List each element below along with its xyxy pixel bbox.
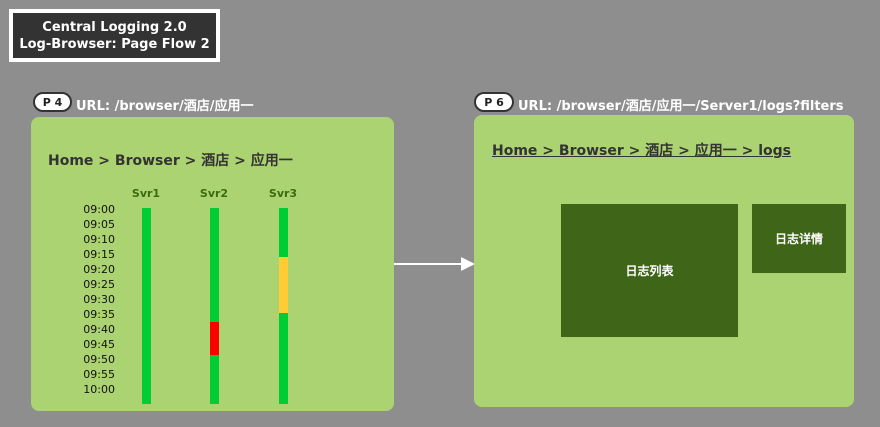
status-segment-ok[interactable]: [142, 208, 151, 404]
title-line-1: Central Logging 2.0: [42, 19, 187, 35]
status-segment-warn[interactable]: [279, 257, 288, 313]
status-segment-ok[interactable]: [279, 208, 288, 257]
server-status-bar[interactable]: [142, 208, 151, 404]
breadcrumb-p6[interactable]: Home > Browser > 酒店 > 应用一 > logs: [492, 140, 791, 160]
page-url-p6: URL: /browser/酒店/应用一/Server1/logs?filter…: [518, 99, 844, 114]
status-segment-ok[interactable]: [210, 355, 219, 404]
status-segment-ok[interactable]: [279, 313, 288, 404]
server-status-bar[interactable]: [279, 208, 288, 404]
page-badge-p4: P 4: [33, 92, 72, 112]
log-detail-panel[interactable]: 日志详情: [752, 204, 846, 273]
time-label: 09:45: [83, 338, 115, 351]
time-label: 09:20: [83, 263, 115, 276]
title-line-2: Log-Browser: Page Flow 2: [19, 36, 210, 52]
time-label: 09:55: [83, 368, 115, 381]
page-badge-p6: P 6: [474, 92, 514, 112]
diagram-title-box: Central Logging 2.0 Log-Browser: Page Fl…: [9, 9, 220, 62]
time-label: 09:00: [83, 203, 115, 216]
server-label: Svr2: [199, 187, 229, 200]
page-panel-p6: Home > Browser > 酒店 > 应用一 > logs 日志列表 日志…: [474, 115, 854, 407]
diagram-title: Central Logging 2.0 Log-Browser: Page Fl…: [13, 13, 216, 58]
time-label: 09:10: [83, 233, 115, 246]
time-label: 09:05: [83, 218, 115, 231]
flow-arrow-head: [461, 257, 475, 271]
page-panel-p4: Home > Browser > 酒店 > 应用一 09:00 09:05 09:1…: [31, 117, 394, 411]
time-label: 09:15: [83, 248, 115, 261]
time-label: 09:25: [83, 278, 115, 291]
flow-arrow: [394, 257, 475, 271]
page-url-p4: URL: /browser/酒店/应用一: [76, 99, 254, 114]
time-label: 09:40: [83, 323, 115, 336]
server-status-bar[interactable]: [210, 208, 219, 404]
server-label: Svr3: [268, 187, 298, 200]
time-label: 10:00: [83, 383, 115, 396]
server-label: Svr1: [131, 187, 161, 200]
time-label: 09:50: [83, 353, 115, 366]
log-list-panel[interactable]: 日志列表: [561, 204, 738, 337]
breadcrumb-p4[interactable]: Home > Browser > 酒店 > 应用一: [48, 150, 293, 170]
time-label: 09:30: [83, 293, 115, 306]
status-segment-error[interactable]: [210, 322, 219, 355]
status-segment-ok[interactable]: [210, 208, 219, 322]
time-label: 09:35: [83, 308, 115, 321]
